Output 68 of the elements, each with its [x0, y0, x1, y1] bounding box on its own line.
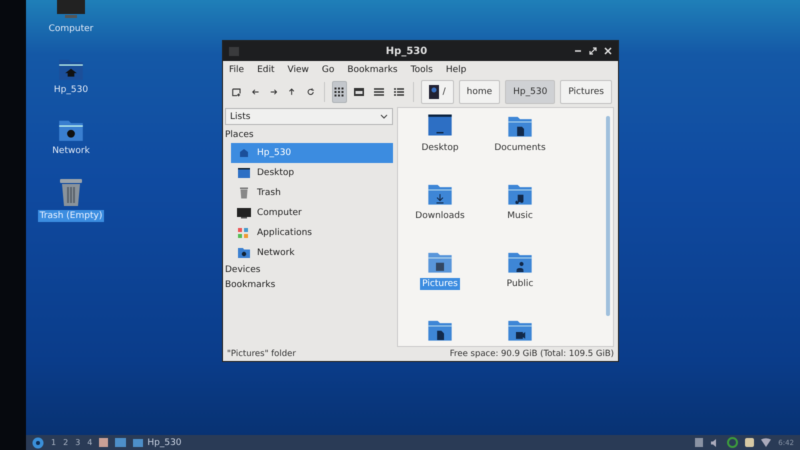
drive-icon	[428, 85, 439, 99]
reload-icon[interactable]	[306, 87, 314, 97]
scrollbar[interactable]	[606, 116, 610, 316]
file-name[interactable]: Downloads	[413, 210, 467, 222]
menu-item[interactable]: Bookmarks	[347, 65, 398, 75]
workspace-button[interactable]: 3	[75, 438, 80, 447]
window-icon	[229, 46, 239, 56]
grid-icon	[334, 87, 344, 97]
trash-icon	[237, 187, 251, 199]
path-button[interactable]: Hp_530	[505, 80, 556, 104]
menu-item[interactable]: View	[288, 65, 309, 75]
chevron-down-icon	[380, 114, 388, 120]
section-heading[interactable]: Devices	[225, 263, 393, 278]
wifi-icon[interactable]	[761, 438, 772, 447]
tray-icon[interactable]	[745, 438, 754, 447]
workspace-button[interactable]: 4	[87, 438, 92, 447]
menu-item[interactable]: Help	[446, 65, 466, 75]
trash-icon[interactable]	[58, 177, 84, 207]
file-name[interactable]: Public	[504, 278, 536, 290]
menu-item[interactable]: Tools	[410, 65, 433, 75]
menu-item[interactable]: Go	[322, 65, 334, 75]
launcher-icon[interactable]	[115, 438, 126, 447]
home-icon	[237, 147, 251, 159]
path-button[interactable]: /	[420, 80, 454, 104]
section-heading[interactable]: Bookmarks	[225, 278, 393, 293]
section-heading[interactable]: Places	[225, 128, 393, 143]
icons-view-button[interactable]	[332, 81, 347, 103]
place-item[interactable]: Applications	[231, 223, 393, 243]
forward-arrow-icon[interactable]	[270, 87, 278, 97]
window-title: Hp_530	[384, 46, 428, 56]
close-icon[interactable]	[604, 47, 612, 55]
file-name[interactable]: Music	[505, 210, 535, 222]
maximize-icon[interactable]	[589, 47, 597, 55]
image-icon	[354, 87, 364, 97]
workspace-button[interactable]: 1	[51, 438, 56, 447]
tray-icon[interactable]	[695, 438, 704, 447]
apps-icon	[237, 227, 251, 239]
back-arrow-icon[interactable]	[252, 87, 260, 97]
path-button[interactable]: home	[458, 80, 500, 104]
lines-icon	[374, 87, 384, 97]
monitor-icon[interactable]	[55, 0, 87, 20]
list-icon	[394, 87, 404, 97]
start-menu-icon[interactable]	[32, 436, 44, 448]
menu-item[interactable]: File	[229, 65, 244, 75]
desktop-icon-label[interactable]: Network	[50, 145, 92, 157]
place-item[interactable]: Trash	[231, 183, 393, 203]
up-arrow-icon[interactable]	[288, 87, 296, 97]
desktop-folder-icon[interactable]	[426, 112, 454, 138]
computer-icon	[237, 207, 251, 219]
file-name[interactable]: Documents	[492, 142, 548, 154]
place-item[interactable]: Network	[231, 243, 393, 263]
file-name[interactable]: Desktop	[419, 142, 461, 154]
network-icon	[237, 247, 251, 259]
status-text: "Pictures" folder	[227, 349, 296, 359]
new-tab-icon[interactable]	[232, 86, 241, 98]
update-icon[interactable]	[727, 437, 738, 448]
workspace-button[interactable]: 2	[63, 438, 68, 447]
desktop-icon	[237, 167, 251, 179]
side-pane-mode-dropdown[interactable]: Lists	[225, 108, 393, 125]
free-space-text: Free space: 90.9 GiB (Total: 109.5 GiB)	[450, 349, 614, 359]
place-item[interactable]: Computer	[231, 203, 393, 223]
launcher-icon[interactable]	[99, 438, 108, 447]
menu-item[interactable]: Edit	[257, 65, 274, 75]
task-button[interactable]: Hp_530	[133, 438, 182, 448]
path-button[interactable]: Pictures	[560, 80, 612, 104]
place-item[interactable]: Desktop	[231, 163, 393, 183]
desktop-icon-label[interactable]: Computer	[46, 23, 96, 35]
desktop-icon-label[interactable]: Hp_530	[52, 84, 90, 96]
